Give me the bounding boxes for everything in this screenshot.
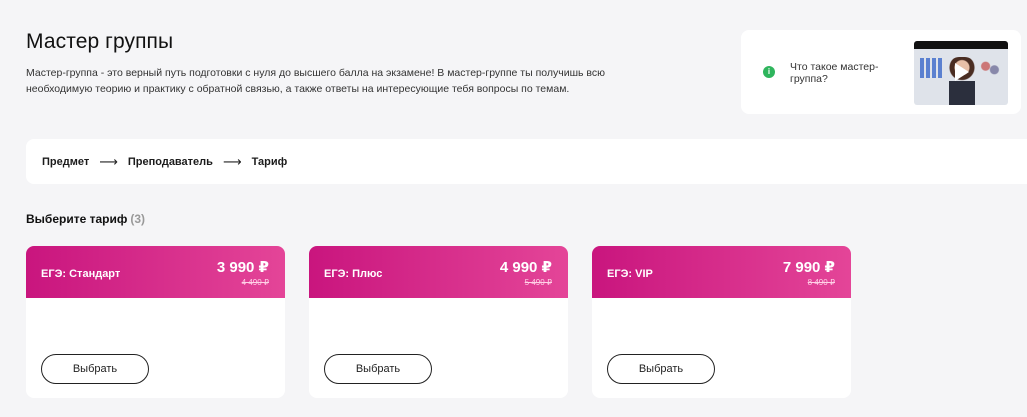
video-label[interactable]: Что такое мастер-группа?	[790, 61, 900, 85]
arrow-right-icon: ⟶	[222, 153, 242, 169]
page-description: Мастер-группа - это верный путь подготов…	[26, 67, 605, 95]
tariff-count: (3)	[130, 212, 146, 226]
plan-header: ЕГЭ: Плюс 4 990 ₽ 5 490 ₽	[309, 246, 568, 298]
plan-header: ЕГЭ: VIP 7 990 ₽ 8 490 ₽	[592, 246, 851, 298]
plan-price: 3 990 ₽	[216, 259, 269, 276]
plan-old-price: 5 490 ₽	[524, 278, 552, 287]
video-top-bar	[914, 41, 1008, 49]
plan-old-price: 4 490 ₽	[241, 278, 269, 287]
video-thumbnail[interactable]	[914, 41, 1008, 105]
plan-card-plus: ЕГЭ: Плюс 4 990 ₽ 5 490 ₽ Выбрать	[309, 246, 568, 398]
plan-card-standard: ЕГЭ: Стандарт 3 990 ₽ 4 490 ₽ Выбрать	[26, 246, 285, 398]
plan-header: ЕГЭ: Стандарт 3 990 ₽ 4 490 ₽	[26, 246, 285, 298]
plan-old-price: 8 490 ₽	[807, 278, 835, 287]
step-tariff[interactable]: Тариф	[252, 156, 288, 168]
thumbnail-decoration	[979, 59, 1001, 77]
select-plan-button[interactable]: Выбрать	[607, 354, 715, 384]
select-plan-button[interactable]: Выбрать	[324, 354, 432, 384]
tariff-section-title: Выберите тариф (3)	[26, 212, 145, 226]
arrow-right-icon: ⟶	[99, 153, 118, 169]
plan-price: 4 990 ₽	[499, 259, 552, 276]
plan-name: ЕГЭ: Стандарт	[41, 268, 121, 280]
play-icon[interactable]	[955, 63, 969, 81]
plan-card-vip: ЕГЭ: VIP 7 990 ₽ 8 490 ₽ Выбрать	[592, 246, 851, 398]
plan-price: 7 990 ₽	[782, 259, 835, 276]
info-icon: i	[763, 66, 775, 78]
page-title: Мастер группы	[26, 30, 174, 53]
tariff-title-text: Выберите тариф	[26, 212, 128, 226]
step-breadcrumb: Предмет ⟶ Преподаватель ⟶ Тариф	[26, 139, 1027, 184]
select-plan-button[interactable]: Выбрать	[41, 354, 149, 384]
video-card[interactable]: i Что такое мастер-группа?	[741, 30, 1021, 114]
plan-name: ЕГЭ: Плюс	[324, 268, 383, 280]
step-teacher[interactable]: Преподаватель	[128, 156, 213, 168]
step-subject[interactable]: Предмет	[42, 156, 89, 168]
plan-name: ЕГЭ: VIP	[607, 268, 653, 280]
thumbnail-decoration	[920, 58, 944, 78]
